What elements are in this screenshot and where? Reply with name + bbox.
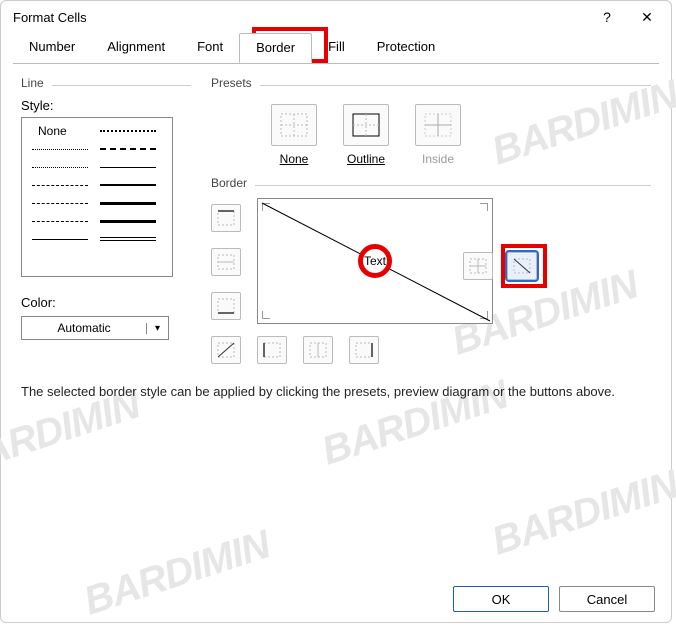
line-style-option[interactable] (94, 176, 162, 194)
line-style-option[interactable] (94, 140, 162, 158)
border-middle-h-button[interactable] (211, 248, 241, 276)
preset-none-icon (271, 104, 317, 146)
line-style-none[interactable]: None (26, 122, 94, 140)
dialog-title: Format Cells (13, 10, 587, 25)
tab-strip: Number Alignment Font Border Fill Protec… (1, 33, 671, 63)
presets-group-label: Presets (211, 76, 252, 90)
border-grid-button[interactable] (463, 252, 493, 280)
preset-inside: Inside (415, 104, 461, 166)
line-style-option[interactable] (94, 122, 162, 140)
line-style-option[interactable] (94, 230, 162, 248)
line-style-option[interactable] (26, 176, 94, 194)
color-value: Automatic (22, 321, 146, 335)
border-right-button[interactable] (349, 336, 379, 364)
line-style-option[interactable] (26, 194, 94, 212)
preset-label: Inside (422, 152, 454, 166)
border-bottom-button[interactable] (211, 292, 241, 320)
help-text: The selected border style can be applied… (21, 384, 651, 399)
border-group-label: Border (211, 176, 247, 190)
line-style-option[interactable] (26, 230, 94, 248)
line-style-option[interactable] (26, 158, 94, 176)
close-button[interactable]: ✕ (627, 3, 667, 31)
tab-border[interactable]: Border (239, 33, 312, 63)
tab-font[interactable]: Font (181, 33, 239, 63)
line-style-option[interactable] (94, 158, 162, 176)
preset-label: None (280, 152, 309, 166)
line-group-label: Line (21, 76, 44, 90)
divider (52, 85, 191, 86)
line-style-option[interactable] (26, 212, 94, 230)
border-preview[interactable]: Text (257, 198, 493, 324)
preset-none[interactable]: None (271, 104, 317, 166)
preset-outline-icon (343, 104, 389, 146)
preset-inside-icon (415, 104, 461, 146)
border-diag-down-button[interactable] (507, 252, 537, 280)
border-top-button[interactable] (211, 204, 241, 232)
preset-outline[interactable]: Outline (343, 104, 389, 166)
tab-protection[interactable]: Protection (361, 33, 452, 63)
line-style-option[interactable] (94, 194, 162, 212)
border-left-button[interactable] (257, 336, 287, 364)
divider (255, 185, 651, 186)
line-style-list[interactable]: None (21, 117, 173, 277)
line-style-option[interactable] (94, 212, 162, 230)
tab-number[interactable]: Number (13, 33, 91, 63)
color-label: Color: (21, 295, 191, 310)
chevron-down-icon: ▾ (146, 323, 168, 334)
line-style-option[interactable] (26, 140, 94, 158)
preview-text: Text (362, 254, 388, 268)
border-diag-up-button[interactable] (211, 336, 241, 364)
color-select[interactable]: Automatic ▾ (21, 316, 169, 340)
help-button[interactable]: ? (587, 3, 627, 31)
preset-label: Outline (347, 152, 385, 166)
ok-button[interactable]: OK (453, 586, 549, 612)
tab-alignment[interactable]: Alignment (91, 33, 181, 63)
divider (260, 85, 651, 86)
style-label: Style: (21, 98, 191, 113)
tab-fill[interactable]: Fill (312, 33, 361, 63)
border-middle-v-button[interactable] (303, 336, 333, 364)
cancel-button[interactable]: Cancel (559, 586, 655, 612)
